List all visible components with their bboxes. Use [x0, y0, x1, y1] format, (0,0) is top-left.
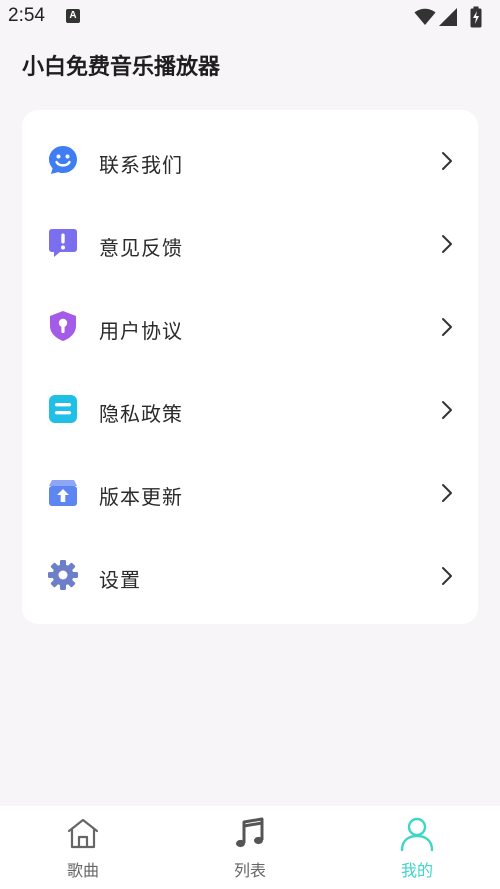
music-note-icon — [236, 817, 264, 848]
menu-item-version-update[interactable]: 版本更新 — [22, 447, 478, 531]
menu-item-feedback[interactable]: 意见反馈 — [22, 198, 478, 282]
feedback-alert-icon — [49, 229, 77, 257]
bottom-nav-bar: 歌曲 列表 我的 — [0, 806, 500, 889]
menu-item-user-agreement[interactable]: 用户协议 — [22, 281, 478, 365]
menu-item-label: 隐私政策 — [99, 402, 183, 426]
menu-item-label: 意见反馈 — [99, 236, 183, 260]
chevron-right-icon — [442, 401, 452, 419]
settings-menu-card: 联系我们 意见反馈 用户协议 隐私政策 版本更新 设置 — [22, 110, 478, 624]
menu-item-contact-us[interactable]: 联系我们 — [22, 115, 478, 199]
page-title: 小白免费音乐播放器 — [22, 55, 221, 80]
nav-tab-mine[interactable]: 我的 — [334, 806, 500, 889]
notification-a-icon: A — [66, 9, 80, 23]
status-bar: 2:54 A — [0, 0, 500, 34]
shield-lock-icon — [50, 311, 76, 341]
nav-label: 歌曲 — [66, 861, 99, 880]
chevron-right-icon — [442, 235, 452, 253]
nav-tab-songs[interactable]: 歌曲 — [0, 806, 166, 889]
wifi-icon — [414, 8, 436, 25]
nav-tab-playlist[interactable]: 列表 — [167, 806, 333, 889]
update-box-icon — [49, 480, 77, 506]
chevron-right-icon — [442, 318, 452, 336]
battery-icon — [470, 6, 482, 28]
home-icon — [67, 818, 99, 849]
chevron-right-icon — [442, 484, 452, 502]
menu-item-label: 版本更新 — [99, 485, 183, 509]
status-indicators — [414, 6, 486, 28]
document-icon — [49, 395, 77, 423]
nav-label: 列表 — [233, 861, 266, 880]
smile-chat-icon — [49, 146, 77, 174]
nav-label: 我的 — [400, 861, 433, 880]
chevron-right-icon — [442, 152, 452, 170]
user-icon — [400, 817, 434, 852]
cell-signal-icon — [439, 8, 457, 26]
menu-item-privacy-policy[interactable]: 隐私政策 — [22, 364, 478, 448]
chevron-right-icon — [442, 567, 452, 585]
menu-item-label: 联系我们 — [99, 153, 183, 177]
menu-item-label: 设置 — [99, 568, 141, 592]
gear-icon — [48, 560, 78, 590]
status-time: 2:54 — [8, 5, 45, 26]
menu-item-settings[interactable]: 设置 — [22, 530, 478, 614]
menu-item-label: 用户协议 — [99, 319, 183, 343]
